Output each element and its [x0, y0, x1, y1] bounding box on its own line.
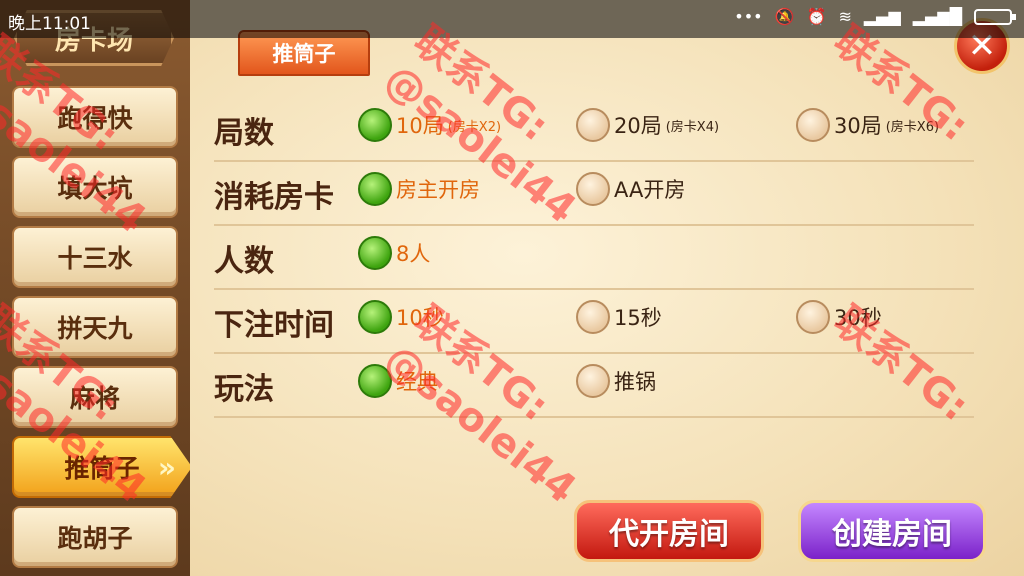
- dots-icon: •••: [734, 7, 763, 26]
- players-row: 人数 8人: [214, 226, 974, 290]
- signal-4g-icon: ▂▄▆█: [912, 7, 962, 26]
- sidebar-item-shisanshui[interactable]: 十三水: [12, 226, 178, 288]
- option-label: AA开房: [614, 178, 686, 202]
- mute-icon: 🔕: [774, 7, 795, 26]
- bet-time-option-10[interactable]: 10秒: [358, 298, 444, 336]
- rounds-label: 局数: [214, 116, 274, 151]
- option-label: 30局: [834, 114, 882, 138]
- bet-time-label: 下注时间: [214, 308, 334, 343]
- room-card-row: 消耗房卡 房主开房 AA开房: [214, 162, 974, 226]
- sidebar-item-paodekuai[interactable]: 跑得快: [12, 86, 178, 148]
- room-card-option-aa[interactable]: AA开房: [576, 170, 685, 208]
- signal-icon: ▂▄▆: [863, 7, 901, 26]
- option-label: 推锅: [614, 370, 656, 394]
- option-label: 10局: [396, 114, 444, 138]
- row-divider: [214, 416, 974, 418]
- sidebar-item-pintianjiu[interactable]: 拼天九: [12, 296, 178, 358]
- status-time: 晚上11:01: [8, 14, 91, 34]
- rounds-option-20[interactable]: 20局 (房卡X4): [576, 106, 719, 144]
- mode-row: 玩法 经典 推锅: [214, 354, 974, 418]
- rounds-option-30[interactable]: 30局 (房卡X6): [796, 106, 939, 144]
- radio-icon: [576, 364, 610, 398]
- mode-label: 玩法: [214, 372, 274, 407]
- wifi-icon: ≋: [838, 7, 852, 26]
- option-label: 15秒: [614, 306, 662, 330]
- radio-selected-icon: [358, 172, 392, 206]
- radio-selected-icon: [358, 300, 392, 334]
- bet-time-option-15[interactable]: 15秒: [576, 298, 662, 336]
- sidebar-item-tuitongzi[interactable]: 推筒子 »: [12, 436, 192, 498]
- sidebar-item-label: 推筒子: [64, 454, 140, 483]
- option-sub: (房卡X2): [447, 119, 502, 135]
- option-label: 30秒: [834, 306, 882, 330]
- radio-selected-icon: [358, 108, 392, 142]
- radio-icon: [576, 172, 610, 206]
- sidebar-item-tiandakeng[interactable]: 填大坑: [12, 156, 178, 218]
- rounds-option-10[interactable]: 10局 (房卡X2): [358, 106, 501, 144]
- create-room-button[interactable]: 创建房间: [798, 500, 986, 562]
- players-label: 人数: [214, 244, 274, 279]
- status-icons: ••• 🔕 ⏰ ≋ ▂▄▆ ▂▄▆█: [734, 7, 1016, 26]
- radio-icon: [796, 108, 830, 142]
- sidebar-item-majiang[interactable]: 麻将: [12, 366, 178, 428]
- sidebar-item-paohuzi[interactable]: 跑胡子: [12, 506, 178, 568]
- battery-icon: [974, 8, 1016, 25]
- chevron-right-icon: »: [157, 450, 176, 484]
- option-label: 20局: [614, 114, 662, 138]
- option-label: 10秒: [396, 306, 444, 330]
- alarm-icon: ⏰: [806, 7, 827, 26]
- option-label: 8人: [396, 242, 431, 266]
- option-sub: (房卡X6): [885, 119, 940, 135]
- radio-selected-icon: [358, 364, 392, 398]
- radio-icon: [576, 300, 610, 334]
- mode-option-tuiguo[interactable]: 推锅: [576, 362, 656, 400]
- radio-icon: [796, 300, 830, 334]
- status-bar: 晚上11:01 ••• 🔕 ⏰ ≋ ▂▄▆ ▂▄▆█: [0, 0, 1024, 38]
- option-label: 房主开房: [396, 178, 480, 202]
- radio-icon: [576, 108, 610, 142]
- option-sub: (房卡X4): [665, 119, 720, 135]
- players-option-8[interactable]: 8人: [358, 234, 430, 272]
- game-sidebar: 房卡场 跑得快 填大坑 十三水 拼天九 麻将 推筒子 » 跑胡子: [0, 0, 192, 576]
- room-card-option-host[interactable]: 房主开房: [358, 170, 480, 208]
- rounds-row: 局数 10局 (房卡X2) 20局 (房卡X4) 30局 (房卡X6): [214, 98, 974, 162]
- bet-time-option-30[interactable]: 30秒: [796, 298, 882, 336]
- proxy-open-room-button[interactable]: 代开房间: [574, 500, 764, 562]
- option-label: 经典: [396, 370, 438, 394]
- bet-time-row: 下注时间 10秒 15秒 30秒: [214, 290, 974, 354]
- mode-option-classic[interactable]: 经典: [358, 362, 438, 400]
- room-card-label: 消耗房卡: [214, 180, 334, 215]
- radio-selected-icon: [358, 236, 392, 270]
